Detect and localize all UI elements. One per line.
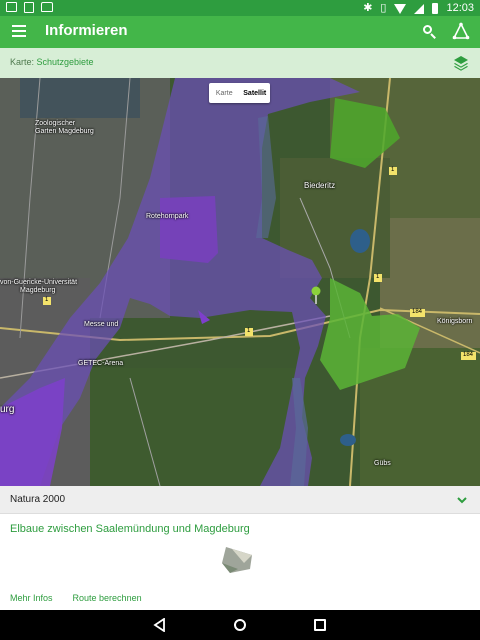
map-label-koenigsborn: Königsborn	[437, 318, 473, 325]
map-label-university-2: Magdeburg	[20, 287, 56, 294]
notification-square-icon	[6, 2, 17, 12]
map-pin-icon[interactable]	[310, 286, 322, 304]
road-badge-184-b: 184	[463, 352, 474, 358]
app-bar: Informieren	[0, 16, 480, 48]
home-icon[interactable]	[234, 619, 246, 631]
layer-label: Karte:	[10, 57, 37, 67]
wifi-icon	[394, 4, 407, 14]
map-view[interactable]: Karte Satellit Zoologischer Garten Magde…	[0, 78, 480, 486]
map-label-guebs: Gübs	[374, 460, 391, 467]
map-label-zoo: Zoologischer	[35, 120, 76, 127]
battery-icon	[432, 3, 439, 14]
back-icon[interactable]	[153, 617, 166, 633]
road-badge-184-a: 184	[412, 309, 423, 315]
map-label-university: von-Guericke-Universität	[0, 279, 78, 286]
recents-icon[interactable]	[314, 619, 326, 631]
status-clock: 12:03	[446, 2, 474, 14]
card-actions: Mehr Infos Route berechnen	[10, 593, 142, 603]
map-label-rotehornpark: Rotehornpark	[146, 213, 189, 220]
road-badge-1-c: 1	[247, 328, 251, 334]
area-info-card: Elbaue zwischen Saalemündung und Magdebu…	[0, 514, 480, 610]
status-bar: ✱ ▯ 12:03	[0, 0, 480, 16]
layers-icon[interactable]	[452, 54, 470, 72]
search-icon[interactable]	[420, 22, 440, 42]
bag-icon	[41, 2, 53, 12]
map-label-burg: urg	[0, 404, 15, 415]
map-label-biederitz: Biederitz	[304, 181, 336, 190]
category-header[interactable]: Natura 2000	[0, 486, 480, 514]
map-option-karte[interactable]: Karte	[209, 83, 240, 103]
map-label-getec-arena: GETEC-Arena	[78, 360, 124, 367]
map-label-zoo-2: Garten Magdeburg	[35, 128, 94, 135]
road-badge-1-a: 1	[391, 167, 395, 173]
chevron-down-icon[interactable]	[455, 493, 469, 507]
layer-value: Schutzgebiete	[36, 57, 94, 67]
route-icon[interactable]	[451, 21, 471, 41]
map-option-satellit[interactable]: Satellit	[240, 83, 271, 103]
signal-icon	[414, 4, 425, 14]
phone-icon	[24, 2, 34, 13]
area-thumbnail	[208, 543, 270, 577]
map-label-messe: Messe und	[84, 321, 119, 328]
vibrate-icon: ▯	[380, 1, 387, 14]
bluetooth-icon: ✱	[363, 1, 373, 14]
calculate-route-link[interactable]: Route berechnen	[73, 593, 142, 603]
layer-bar: Karte: Schutzgebiete	[0, 48, 480, 78]
menu-icon[interactable]	[12, 25, 26, 37]
road-badge-1-d: 1	[45, 297, 49, 303]
more-info-link[interactable]: Mehr Infos	[10, 593, 53, 603]
category-title: Natura 2000	[10, 494, 66, 505]
map-type-toggle: Karte Satellit	[209, 83, 270, 103]
system-nav-bar	[0, 610, 480, 640]
road-badge-1-b: 1	[376, 274, 380, 280]
area-name[interactable]: Elbaue zwischen Saalemündung und Magdebu…	[10, 523, 250, 535]
page-title: Informieren	[45, 22, 128, 39]
layer-selector[interactable]: Karte: Schutzgebiete	[10, 57, 94, 67]
